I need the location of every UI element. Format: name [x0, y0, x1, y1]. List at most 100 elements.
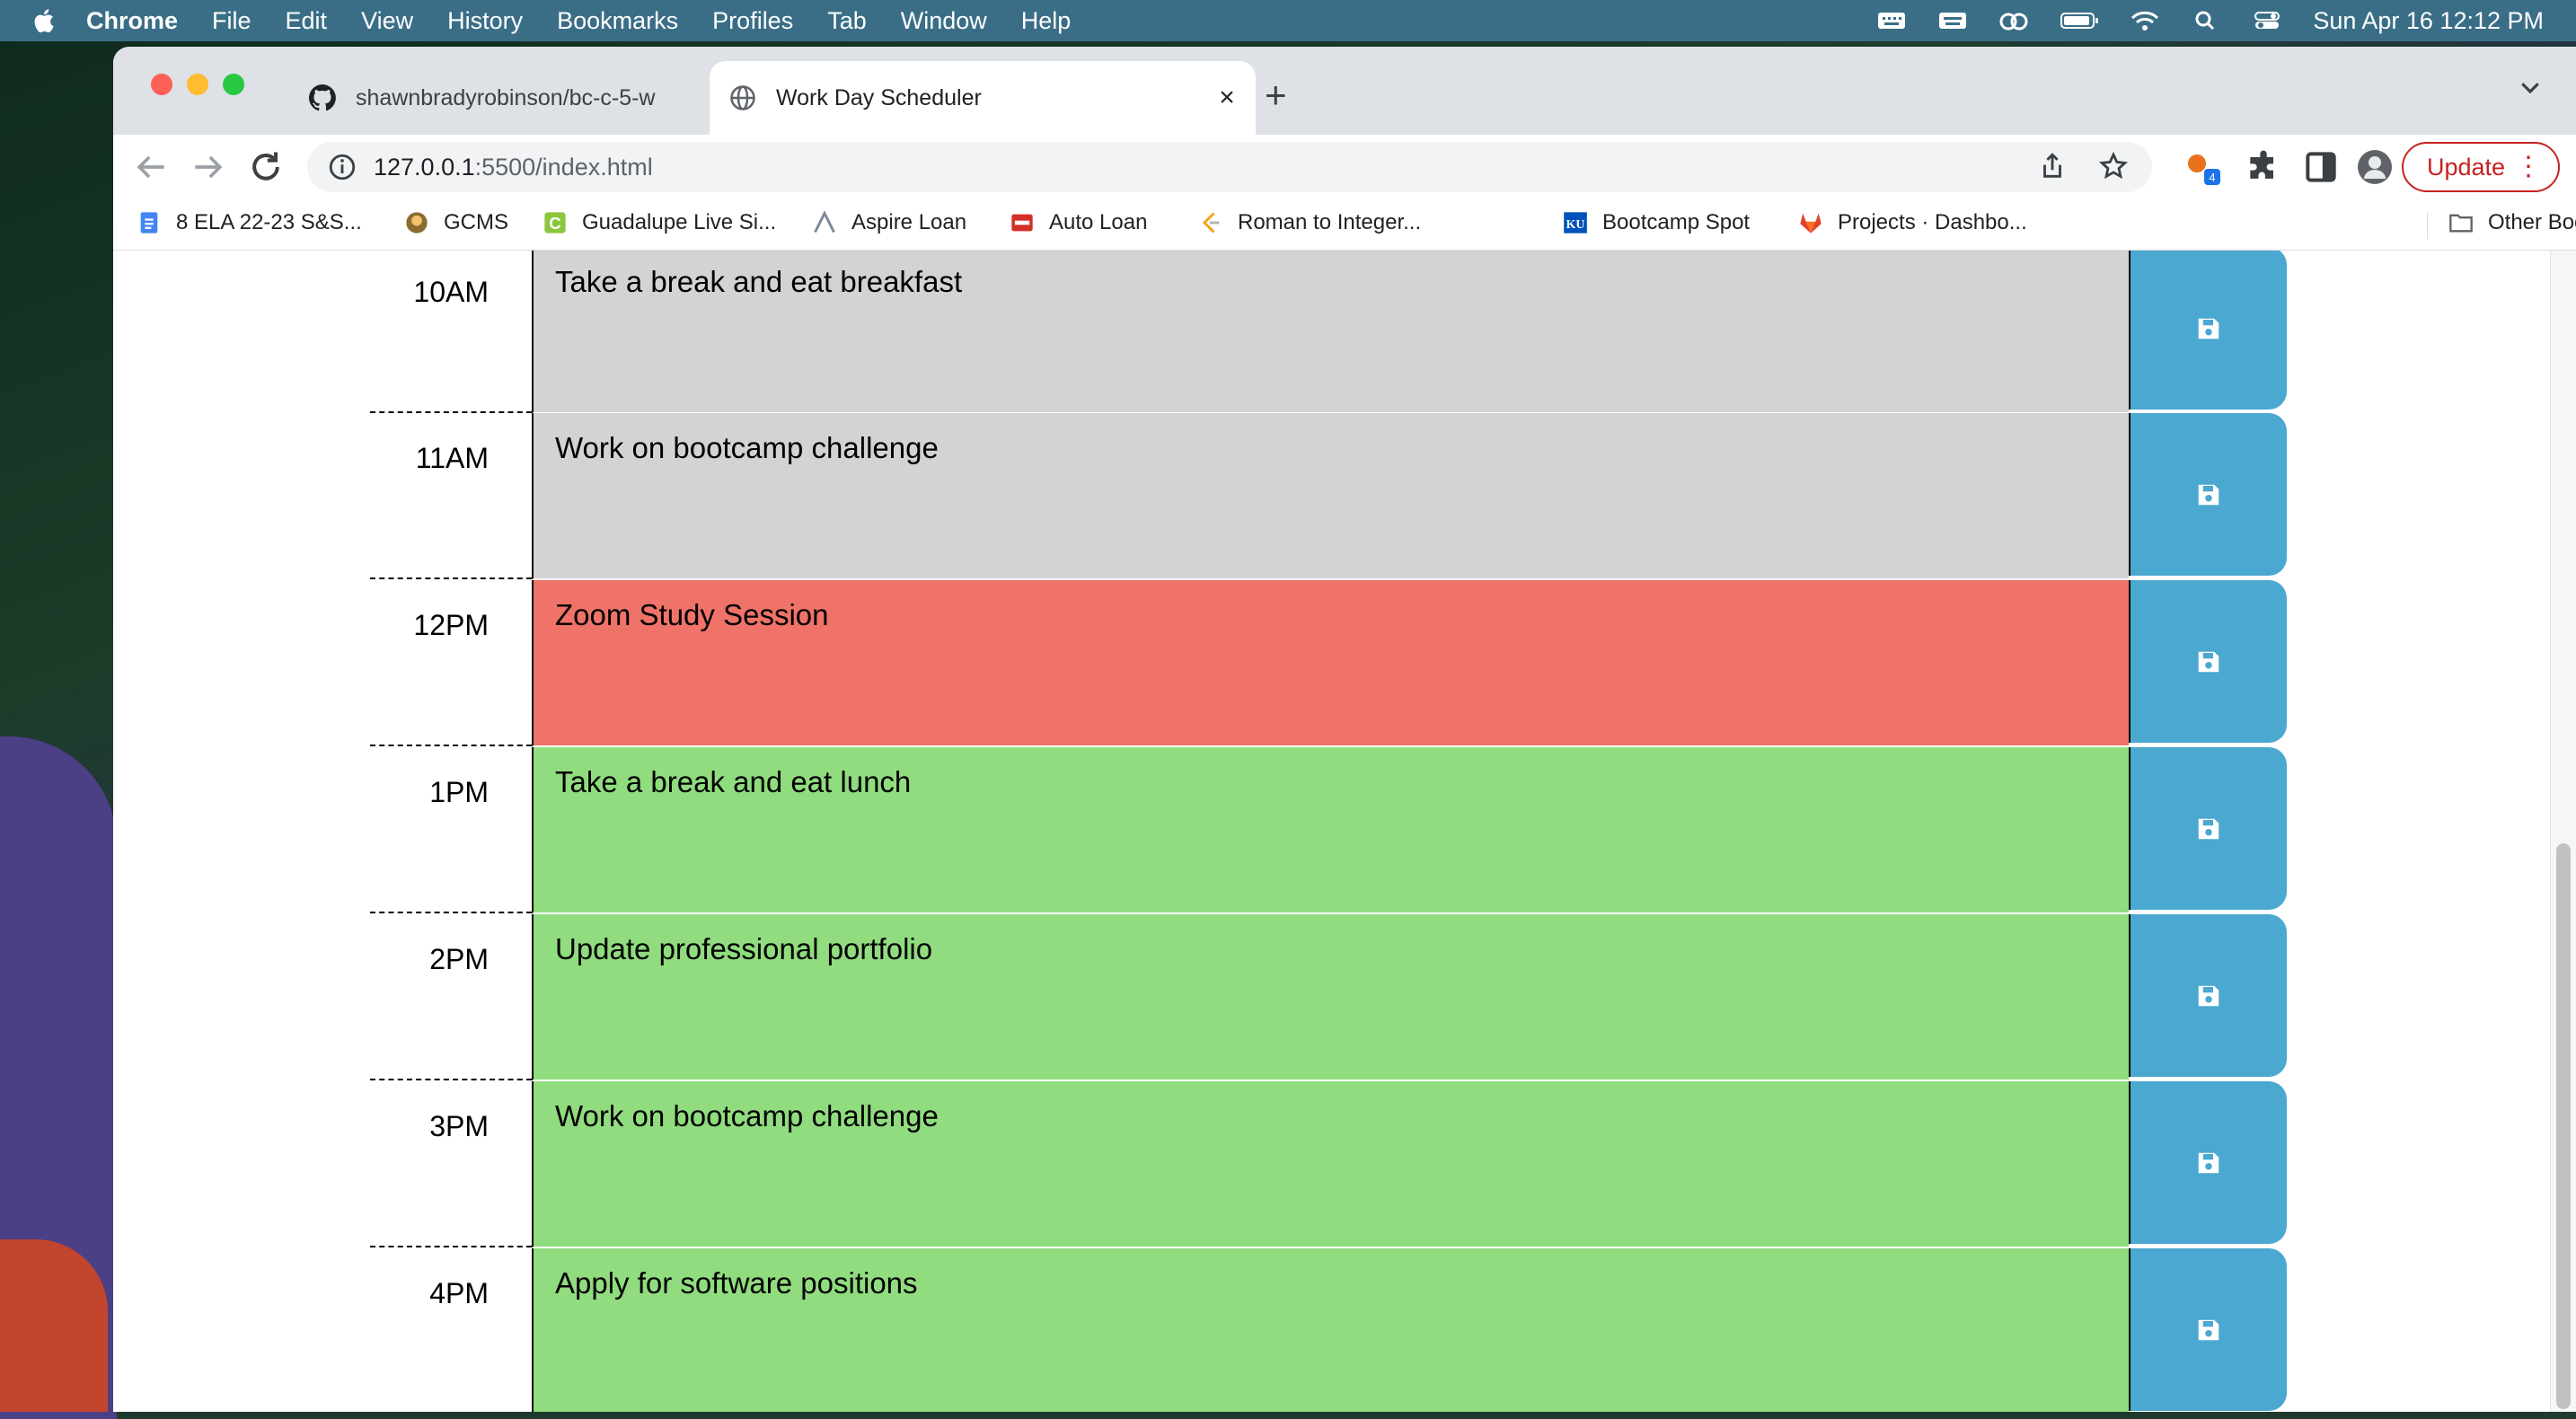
wifi-icon[interactable] [2130, 10, 2160, 31]
hour-label: 1PM [370, 747, 532, 913]
menu-tab[interactable]: Tab [827, 7, 867, 35]
bookmark-item[interactable]: 8 ELA 22-23 S&S... [137, 210, 362, 235]
docs-icon [140, 212, 158, 234]
hour-label: 12PM [370, 580, 532, 746]
hour-label: 4PM [370, 1248, 532, 1412]
description-textarea[interactable]: Work on bootcamp challenge [532, 1081, 2129, 1247]
description-textarea[interactable]: Take a break and eat lunch [532, 747, 2129, 913]
menu-history[interactable]: History [447, 7, 523, 35]
bookmark-item[interactable]: KU Bootcamp Spot [1563, 210, 1750, 235]
menu-chrome[interactable]: Chrome [86, 7, 178, 35]
description-textarea[interactable]: Update professional portfolio [532, 914, 2129, 1080]
menu-profiles[interactable]: Profiles [712, 7, 793, 35]
side-panel-icon[interactable] [2301, 147, 2341, 187]
new-tab-button[interactable]: + [1265, 74, 1287, 117]
reload-icon[interactable] [246, 147, 286, 187]
share-icon[interactable] [2037, 151, 2068, 181]
time-block-2pm: 2PM Update professional portfolio [370, 914, 2405, 1080]
menu-edit[interactable]: Edit [286, 7, 328, 35]
browser-window: shawnbradyrobinson/bc-c-5-w × Work Day S… [113, 47, 2576, 1412]
save-icon [2198, 985, 2219, 1006]
green-c-icon: C [544, 212, 566, 234]
forward-arrow-icon[interactable] [189, 147, 228, 187]
battery-icon[interactable] [2060, 10, 2099, 31]
bookmark-star-icon[interactable] [2098, 151, 2129, 181]
description-textarea[interactable]: Work on bootcamp challenge [532, 413, 2129, 579]
time-block-10am: 10AM Take a break and eat breakfast [370, 251, 2405, 413]
save-button[interactable] [2129, 413, 2287, 576]
svg-text:KU: KU [1566, 218, 1585, 232]
update-button[interactable]: Update ⋮ [2402, 142, 2560, 192]
description-textarea[interactable]: Apply for software positions [532, 1248, 2129, 1412]
menubar-clock[interactable]: Sun Apr 16 12:12 PM [2313, 7, 2544, 35]
hour-label: 3PM [370, 1081, 532, 1247]
keyboard-layout-icon[interactable] [1937, 10, 1968, 31]
github-icon [309, 84, 336, 111]
bookmark-label: 8 ELA 22-23 S&S... [176, 210, 362, 234]
close-tab-icon[interactable]: × [1209, 83, 1245, 113]
tab-work-day-scheduler[interactable]: Work Day Scheduler × [710, 61, 1256, 135]
apple-icon[interactable] [31, 7, 56, 34]
menu-view[interactable]: View [361, 7, 413, 35]
bookmark-label: GCMS [444, 210, 508, 234]
description-textarea[interactable]: Take a break and eat breakfast [532, 251, 2129, 413]
menu-file[interactable]: File [212, 7, 251, 35]
autoloan-icon [1011, 214, 1033, 232]
time-block-4pm: 4PM Apply for software positions [370, 1248, 2405, 1412]
bookmarks-bar: 8 ELA 22-23 S&S... GCMS C Guadalupe Live… [113, 199, 2576, 251]
save-button[interactable] [2129, 1248, 2287, 1411]
save-button[interactable] [2129, 580, 2287, 743]
minimize-window-button[interactable] [187, 74, 208, 95]
extension-badge-icon[interactable]: 4 [2183, 147, 2222, 187]
globe-icon [730, 85, 755, 110]
description-textarea[interactable]: Zoom Study Session [532, 580, 2129, 746]
close-window-button[interactable] [151, 74, 172, 95]
wallpaper-shape-accent [0, 1239, 108, 1412]
bookmark-item[interactable]: Auto Loan [1010, 210, 1147, 235]
tab-title: Work Day Scheduler [776, 84, 982, 110]
mascot-icon [406, 212, 428, 234]
menu-bookmarks[interactable]: Bookmarks [557, 7, 678, 35]
address-bar[interactable]: 127.0.0.1:5500/index.html [307, 142, 2152, 192]
browser-toolbar: 127.0.0.1:5500/index.html 4 Update ⋮ [113, 135, 2576, 199]
control-center-icon[interactable] [2252, 10, 2282, 31]
save-button[interactable] [2129, 747, 2287, 910]
bookmark-item[interactable]: Roman to Integer... [1198, 210, 1421, 235]
bookmark-label: Projects · Dashbo... [1838, 210, 2027, 234]
extension-badge-count: 4 [2209, 171, 2215, 184]
save-button[interactable] [2129, 251, 2287, 410]
avatar[interactable] [2355, 147, 2395, 187]
menu-help[interactable]: Help [1021, 7, 1072, 35]
leetcode-icon [1202, 212, 1220, 234]
site-info-icon[interactable] [327, 152, 357, 182]
bookmark-item[interactable]: GCMS [404, 210, 508, 235]
scrollbar-thumb[interactable] [2556, 843, 2571, 1409]
back-arrow-icon[interactable] [131, 147, 171, 187]
time-block-12pm: 12PM Zoom Study Session [370, 580, 2405, 746]
menu-window[interactable]: Window [901, 7, 987, 35]
save-icon [2198, 1152, 2219, 1173]
bookmark-item[interactable]: Projects · Dashbo... [1798, 210, 2027, 235]
creative-cloud-icon[interactable] [1998, 10, 2029, 31]
aspire-icon [814, 210, 835, 234]
page-scrollbar[interactable] [2550, 251, 2576, 1412]
bookmark-label: Guadalupe Live Si... [582, 210, 777, 234]
bookmark-label: Bootcamp Spot [1602, 210, 1751, 234]
save-button[interactable] [2129, 914, 2287, 1077]
search-icon[interactable] [2191, 10, 2221, 31]
other-bookmarks[interactable]: Other Bookmarks [2448, 210, 2576, 235]
zoom-window-button[interactable] [223, 74, 244, 95]
mac-menubar: Chrome File Edit View History Bookmarks … [0, 0, 2576, 41]
save-button[interactable] [2129, 1081, 2287, 1244]
keyboard-icon[interactable] [1876, 10, 1907, 31]
tab-strip: shawnbradyrobinson/bc-c-5-w × Work Day S… [113, 47, 2576, 135]
bookmark-item[interactable]: C Guadalupe Live Si... [543, 210, 776, 235]
puzzle-icon[interactable] [2244, 147, 2283, 187]
more-vert-icon[interactable]: ⋮ [2515, 151, 2542, 183]
bookmark-item[interactable]: Aspire Loan [812, 210, 966, 235]
time-block-1pm: 1PM Take a break and eat lunch [370, 747, 2405, 913]
save-icon [2198, 484, 2219, 505]
gitlab-icon [1800, 213, 1822, 234]
hour-label: 2PM [370, 914, 532, 1080]
chevron-down-icon[interactable] [2517, 74, 2544, 101]
